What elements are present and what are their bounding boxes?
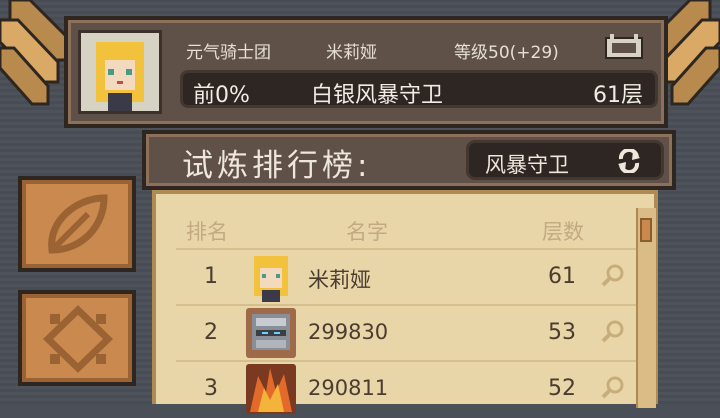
guild-name: 元气骑士团 [186,43,271,63]
player-profile-panel: 元气骑士团 米莉娅 等级50(+29) 前0% 白银风暴守卫 61层 [64,16,668,128]
swap-icon [618,149,640,173]
player-floor: 61层 [593,83,643,108]
leaderboard-title: 试炼排行榜: [182,148,372,184]
mode-label: 风暴守卫 [485,153,569,177]
leaf-icon [48,194,108,254]
row-name: 米莉娅 [308,268,371,292]
table-row[interactable]: 1 米莉娅 61 [176,248,636,306]
row-avatar [246,252,296,302]
row-avatar [246,308,296,358]
rank-summary-bar: 前0% 白银风暴守卫 61层 [180,70,658,108]
knight-helmet-icon [246,308,296,358]
rank-percent: 前0% [193,83,250,108]
leaderboard-list[interactable]: 排名 名字 层数 1 米莉娅 61 2 299830 53 3 290811 5… [152,190,658,414]
scrollbar[interactable] [636,208,656,408]
player-name: 米莉娅 [326,43,377,63]
mode-switch-button[interactable]: 风暴守卫 [466,140,664,180]
scroll-knob[interactable] [640,218,652,242]
player-avatar[interactable] [78,30,162,114]
row-floor: 52 [548,376,576,401]
row-rank: 3 [204,376,218,401]
leaf-button[interactable] [18,176,136,272]
row-avatar [246,364,296,414]
header-rank: 排名 [186,220,228,244]
diamond-icon [42,305,114,373]
search-icon[interactable] [600,262,626,288]
search-icon[interactable] [600,318,626,344]
table-row[interactable]: 2 299830 53 [176,304,636,362]
rank-title: 白银风暴守卫 [311,83,444,108]
header-name: 名字 [346,220,388,244]
diamond-button[interactable] [18,290,136,386]
row-floor: 53 [548,320,576,345]
blonde-girl-icon [81,33,159,111]
player-level: 等级50(+29) [454,43,559,63]
row-rank: 1 [204,264,218,289]
ticket-icon[interactable] [604,34,644,62]
header-floor: 层数 [542,220,584,244]
player-info-line: 元气骑士团 米莉娅 等级50(+29) [186,34,650,63]
row-floor: 61 [548,264,576,289]
search-icon[interactable] [600,374,626,400]
row-name: 299830 [308,320,389,344]
fire-beast-icon [246,364,296,414]
leaderboard-header: 试炼排行榜: 风暴守卫 [142,130,676,190]
blonde-girl-icon [246,252,296,302]
table-row[interactable]: 3 290811 52 [176,360,636,418]
row-name: 290811 [308,376,389,400]
row-rank: 2 [204,320,218,345]
